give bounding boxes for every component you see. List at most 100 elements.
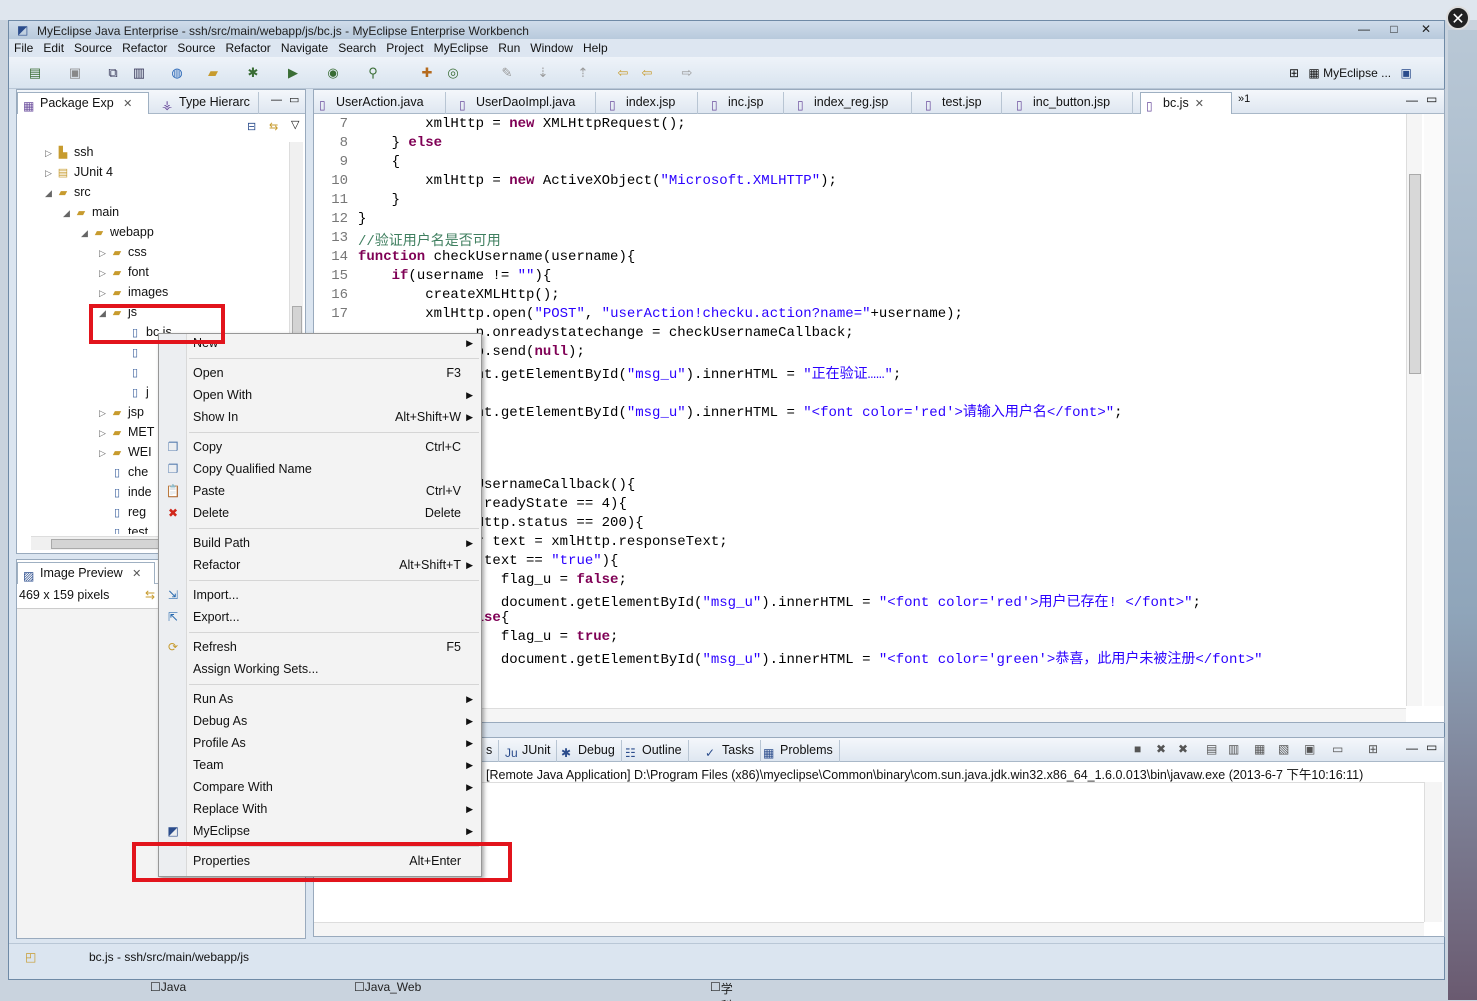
menu-item-refactor[interactable]: Refactor [117, 39, 172, 57]
bottom-tab-outline[interactable]: ☷ Outline [620, 740, 689, 762]
editor-tab-index-jsp[interactable]: ▯ index.jsp [604, 92, 698, 114]
bottom-tab-problems[interactable]: ▦ Problems [758, 740, 840, 762]
close-tab-icon[interactable]: ✕ [132, 568, 141, 580]
maximize-button[interactable]: □ [1379, 23, 1409, 37]
tree-item[interactable]: ▯ reg [99, 502, 146, 522]
menu-item-file[interactable]: File [9, 39, 38, 57]
context-menu-item-copy-qualified-name[interactable]: ❐ Copy Qualified Name [159, 458, 481, 480]
browser-icon[interactable]: ◍ [169, 65, 185, 81]
tree-item[interactable]: ▯ [117, 342, 146, 362]
prev-annotation-icon[interactable]: ⇡ [575, 65, 591, 81]
editor-tab-inc-jsp[interactable]: ▯ inc.jsp [706, 92, 784, 114]
minimize-console-icon[interactable]: — [1406, 741, 1418, 755]
context-menu-item-refresh[interactable]: ⟳ Refresh F5 [159, 636, 481, 658]
context-menu-item-show-in[interactable]: Show In Alt+Shift+W ▶ [159, 406, 481, 428]
context-menu-item-debug-as[interactable]: Debug As ▶ [159, 710, 481, 732]
pin-console-icon[interactable]: ▧ [1278, 742, 1289, 756]
context-menu-item-copy[interactable]: ❐ Copy Ctrl+C [159, 436, 481, 458]
menu-item-search[interactable]: Search [333, 39, 381, 57]
forward-icon[interactable]: ⇨ [679, 65, 695, 81]
editor-tab-bc-js[interactable]: ▯ bc.js ✕ [1140, 92, 1232, 114]
expand-arrow-icon[interactable]: ▷ [99, 263, 109, 283]
word-wrap-icon[interactable]: ▦ [1254, 742, 1265, 756]
editor-tab-userdaoimpl-java[interactable]: ▯ UserDaoImpl.java [454, 92, 596, 114]
expand-arrow-icon[interactable]: ▷ [99, 403, 109, 423]
expand-arrow-icon[interactable]: ▷ [45, 163, 55, 183]
editor-scroll-thumb[interactable] [1409, 174, 1421, 374]
expand-arrow-icon[interactable]: ▷ [99, 243, 109, 263]
close-tab-icon[interactable]: ✕ [1195, 98, 1204, 110]
menu-item-source[interactable]: Source [172, 39, 220, 57]
context-menu-item-build-path[interactable]: Build Path ▶ [159, 532, 481, 554]
maximize-view-icon[interactable]: ▭ [289, 93, 299, 106]
new-console-icon[interactable]: ⊞ [1368, 742, 1378, 756]
taskbar-item-java-web[interactable]: ☐ Java_Web [354, 980, 421, 994]
bottom-tab-s[interactable]: s [484, 740, 500, 762]
next-annotation-icon[interactable]: ⇣ [535, 65, 551, 81]
tree-item[interactable]: ▯ [117, 362, 146, 382]
terminate-icon[interactable]: ■ [1134, 742, 1141, 756]
context-menu-item-paste[interactable]: 📋 Paste Ctrl+V [159, 480, 481, 502]
context-menu-item-team[interactable]: Team ▶ [159, 754, 481, 776]
link-editor-icon[interactable]: ⇆ [269, 120, 278, 133]
tree-item[interactable]: ◢ ▰ main [63, 202, 119, 222]
expand-arrow-icon[interactable]: ▷ [45, 143, 55, 163]
context-menu-item-open[interactable]: Open F3 [159, 362, 481, 384]
context-menu-item-refactor[interactable]: Refactor Alt+Shift+T ▶ [159, 554, 481, 576]
last-edit-icon[interactable]: ⇦ [615, 65, 631, 81]
menu-item-help[interactable]: Help [578, 39, 613, 57]
menu-item-project[interactable]: Project [381, 39, 428, 57]
minimize-view-icon[interactable]: — [271, 94, 282, 106]
tab-type-hierarchy[interactable]: ⚶ Type Hierarc [157, 92, 259, 114]
new-package-icon[interactable]: ◎ [445, 65, 461, 81]
new-icon[interactable]: ▤ [27, 65, 43, 81]
tree-item[interactable]: ▷ ▰ WEI [99, 442, 152, 462]
console-vertical-scrollbar[interactable] [1424, 782, 1442, 922]
maximize-editor-icon[interactable]: ▭ [1426, 92, 1437, 106]
editor-tab-inc_button-jsp[interactable]: ▯ inc_button.jsp [1011, 92, 1133, 114]
server-icon[interactable]: ▥ [131, 65, 147, 81]
remove-launch-icon[interactable]: ✖ [1156, 742, 1166, 756]
tree-item[interactable]: ◢ ▰ webapp [81, 222, 154, 242]
menu-item-edit[interactable]: Edit [38, 39, 69, 57]
context-menu-item-replace-with[interactable]: Replace With ▶ [159, 798, 481, 820]
tree-item[interactable]: ▷ ▰ MET [99, 422, 154, 442]
open-console-icon[interactable]: ▣ [1304, 742, 1315, 756]
console-horizontal-scrollbar[interactable] [314, 922, 1424, 936]
tree-item[interactable]: ▷ ▰ images [99, 282, 168, 302]
tree-item[interactable]: ◢ ▰ src [45, 182, 91, 202]
expand-arrow-icon[interactable]: ◢ [81, 223, 91, 243]
outer-close-icon[interactable]: ✕ [1446, 6, 1470, 30]
expand-arrow-icon[interactable]: ◢ [63, 203, 73, 223]
display-console-icon[interactable]: ▭ [1332, 742, 1343, 756]
expand-arrow-icon[interactable]: ◢ [45, 183, 55, 203]
context-menu-item-profile-as[interactable]: Profile As ▶ [159, 732, 481, 754]
run-icon[interactable]: ▶ [285, 65, 301, 81]
back-icon[interactable]: ⇦ [639, 65, 655, 81]
scroll-lock-icon[interactable]: ▥ [1228, 742, 1239, 756]
bottom-tab-junit[interactable]: Ju JUnit [500, 740, 558, 762]
editor-vertical-scrollbar[interactable] [1406, 114, 1422, 706]
maximize-console-icon[interactable]: ▭ [1426, 740, 1437, 754]
bottom-tab-debug[interactable]: ✱ Debug [556, 740, 622, 762]
run-external-icon[interactable]: ◉ [325, 65, 341, 81]
context-menu-item-assign-working-sets[interactable]: Assign Working Sets... [159, 658, 481, 680]
tab-package-explorer[interactable]: ▦ Package Exp ✕ [17, 92, 149, 114]
search-tool-icon[interactable]: ⚲ [365, 65, 381, 81]
more-tabs-button[interactable]: »1 [1238, 93, 1250, 105]
tree-item[interactable]: ▯ inde [99, 482, 152, 502]
menu-item-navigate[interactable]: Navigate [276, 39, 333, 57]
minimize-editor-icon[interactable]: — [1406, 93, 1418, 107]
menu-item-source[interactable]: Source [69, 39, 117, 57]
tree-item[interactable]: ▷ ▙ ssh [45, 142, 93, 162]
open-perspective-icon[interactable]: ⊞ [1289, 66, 1299, 80]
tab-image-preview[interactable]: ▨ Image Preview ✕ [17, 562, 155, 584]
open-folder-icon[interactable]: ▰ [205, 65, 221, 81]
context-menu-item-delete[interactable]: ✖ Delete Delete [159, 502, 481, 524]
tree-item[interactable]: ▷ ▰ css [99, 242, 147, 262]
menu-item-myeclipse[interactable]: MyEclipse [429, 39, 494, 57]
tree-item[interactable]: ▯ che [99, 462, 148, 482]
expand-arrow-icon[interactable]: ▷ [99, 443, 109, 463]
close-tab-icon[interactable]: ✕ [123, 98, 132, 110]
editor-tab-test-jsp[interactable]: ▯ test.jsp [920, 92, 1002, 114]
